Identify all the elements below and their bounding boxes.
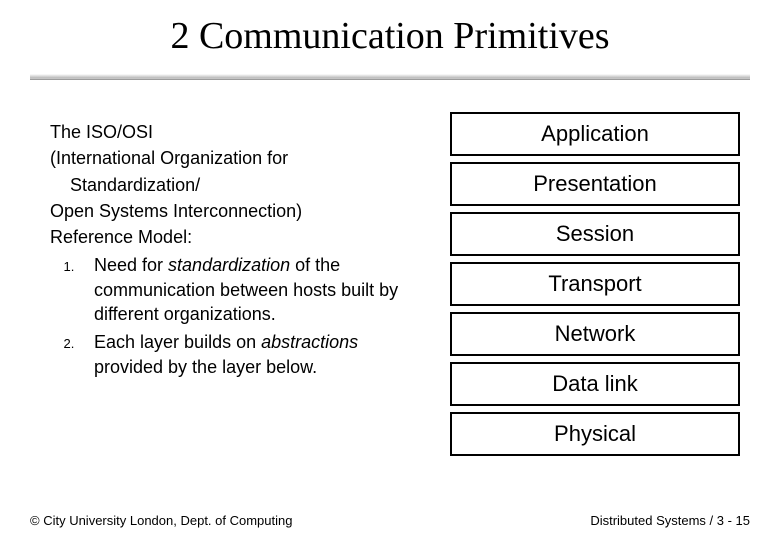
li2-pre: Each layer builds on bbox=[94, 332, 261, 352]
slide-title: 2 Communication Primitives bbox=[0, 0, 780, 68]
slide-body: The ISO/OSI (International Organization … bbox=[0, 80, 780, 460]
li1-em: standardization bbox=[168, 255, 290, 275]
layer-application: Application bbox=[450, 112, 740, 156]
layer-physical: Physical bbox=[450, 412, 740, 456]
footer-copyright: © City University London, Dept. of Compu… bbox=[30, 513, 292, 528]
line-iso-osi: The ISO/OSI bbox=[50, 120, 420, 144]
numbered-list: Need for standardization of the communic… bbox=[50, 253, 420, 378]
list-item-2: Each layer builds on abstractions provid… bbox=[78, 330, 420, 379]
osi-stack: Application Presentation Session Transpo… bbox=[450, 112, 740, 460]
line-open-systems: Open Systems Interconnection) bbox=[50, 199, 420, 223]
text-column: The ISO/OSI (International Organization … bbox=[50, 120, 450, 460]
list-item-1: Need for standardization of the communic… bbox=[78, 253, 420, 326]
line-standardization: Standardization/ bbox=[50, 173, 420, 197]
line-org: (International Organization for bbox=[50, 146, 420, 170]
li2-em: abstractions bbox=[261, 332, 358, 352]
layer-presentation: Presentation bbox=[450, 162, 740, 206]
title-rule bbox=[30, 74, 750, 80]
layer-datalink: Data link bbox=[450, 362, 740, 406]
layer-transport: Transport bbox=[450, 262, 740, 306]
li2-post: provided by the layer below. bbox=[94, 357, 317, 377]
slide-footer: © City University London, Dept. of Compu… bbox=[30, 513, 750, 528]
slide: 2 Communication Primitives The ISO/OSI (… bbox=[0, 0, 780, 540]
footer-page: Distributed Systems / 3 - 15 bbox=[590, 513, 750, 528]
layer-session: Session bbox=[450, 212, 740, 256]
li1-pre: Need for bbox=[94, 255, 168, 275]
line-reference-model: Reference Model: bbox=[50, 225, 420, 249]
layer-network: Network bbox=[450, 312, 740, 356]
